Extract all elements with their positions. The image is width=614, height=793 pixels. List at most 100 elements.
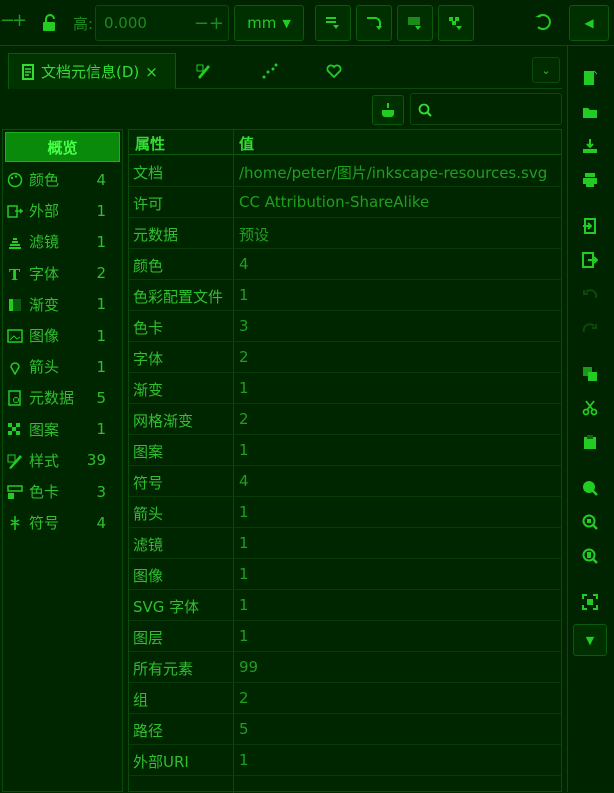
category-item[interactable]: 图案 1 [3,414,122,445]
property-cell: 元数据 [133,226,179,244]
value-cell: CC Attribution-ShareAlike [239,193,430,211]
category-item[interactable]: 色卡 3 [3,476,122,507]
tab-document-resources[interactable]: 文档元信息(D) × [8,53,176,89]
table-row[interactable]: 色卡 3 [129,311,561,342]
chevron-down-icon: ⌄ [541,63,551,77]
cleanup-icon [382,103,394,117]
category-item[interactable]: 颜色 4 [3,164,122,195]
category-item[interactable]: 滤镜 1 [3,226,122,257]
save-button[interactable] [580,136,600,156]
property-cell: SVG 字体 [133,598,200,616]
table-row[interactable]: 网格渐变 2 [129,404,561,435]
lock-icon[interactable] [41,14,57,36]
new-document-button[interactable] [580,68,600,88]
transform-stroke-button[interactable] [315,5,351,41]
table-row[interactable]: 图像 1 [129,559,561,590]
cut-icon [582,400,598,416]
chevron-left-icon: ◀ [584,16,594,30]
transform-corners-button[interactable] [356,5,392,41]
table-row[interactable]: 渐变 1 [129,373,561,404]
zoom-fit-button[interactable] [580,592,600,612]
increment-icon[interactable]: + [12,10,27,31]
category-item[interactable]: 样式 39 [3,445,122,476]
cut-button[interactable] [580,398,600,418]
table-row[interactable]: 外部URI 1 [129,745,561,776]
zoom-drawing-button[interactable] [580,512,600,532]
zoom-page-button[interactable] [580,546,600,566]
font-icon: T [9,266,21,282]
category-item[interactable]: 外部 1 [3,195,122,226]
table-row[interactable]: 图案 1 [129,435,561,466]
table-row[interactable]: 滤镜 1 [129,528,561,559]
redo-button[interactable] [580,318,600,338]
transform-pattern-icon [449,17,462,30]
rotate-icon[interactable] [534,13,552,35]
table-row[interactable]: 颜色 4 [129,249,561,280]
table-row[interactable]: 字体 2 [129,342,561,373]
transform-gradient-button[interactable] [397,5,433,41]
category-label: 外部 [29,202,60,221]
unit-select[interactable]: mm ▼ [234,5,304,41]
paste-button[interactable] [580,432,600,452]
column-header-property[interactable]: 属性 [135,133,165,154]
open-folder-button[interactable] [580,102,600,122]
category-overview[interactable]: 概览 [5,132,120,162]
zoom-page-icon [582,548,598,564]
property-cell: 渐变 [133,381,164,399]
top-toolbar: − + 高: 0.000 −+ mm ▼ ◀ [0,0,614,46]
search-icon [418,102,432,121]
undo-button[interactable] [580,284,600,304]
search-input[interactable] [410,93,562,125]
table-row[interactable]: 色彩配置文件 1 [129,280,561,311]
fill-stroke-icon [196,64,210,79]
toolbar-overflow-button[interactable]: ◀ [569,5,609,41]
value-cell: 4 [239,472,249,490]
transform-pattern-button[interactable] [438,5,474,41]
copy-button[interactable] [580,364,600,384]
category-count: 4 [96,170,106,189]
value-cell: 99 [239,658,259,676]
tab-fill-stroke[interactable] [196,53,220,89]
property-cell: 图层 [133,629,164,647]
table-row[interactable]: SVG 字体 1 [129,590,561,621]
table-row[interactable]: 符号 4 [129,466,561,497]
path-effects-icon [262,63,278,79]
print-button[interactable] [580,170,600,190]
category-item[interactable]: 箭头 1 [3,351,122,382]
table-row[interactable]: 组2 [129,683,561,714]
category-list: 概览 颜色 4 外部 1 滤镜 1 T 字体 2 渐变 1 图像 1 箭头 1 元数据 5 图案 1 样式 39 色卡 3 符… [2,129,123,792]
category-item[interactable]: 符号 4 [3,507,122,538]
import-button[interactable] [580,216,600,236]
property-cell: 图像 [133,567,164,585]
tabs-menu-button[interactable]: ⌄ [532,57,560,83]
height-field[interactable]: 0.000 −+ [95,5,229,41]
table-row[interactable]: 图层 1 [129,621,561,652]
category-label: 样式 [29,451,60,470]
transform-stroke-icon [326,17,339,29]
chevron-down-icon: ▼ [585,633,595,647]
table-row[interactable]: 许可 CC Attribution-ShareAlike [129,187,561,218]
table-row[interactable]: 元数据 预设 [129,218,561,249]
table-row[interactable]: 文档/home/peter/图片/inkscape-resources.svg [129,156,561,187]
category-label: 色卡 [29,483,60,501]
stepper-icon[interactable]: −+ [194,13,224,34]
table-row[interactable]: 箭头 1 [129,497,561,528]
close-icon[interactable]: × [145,63,158,81]
column-header-value[interactable]: 值 [239,133,254,154]
table-row[interactable]: 路径 5 [129,714,561,745]
value-cell: 1 [239,503,249,521]
zoom-selection-button[interactable] [580,478,600,498]
export-button[interactable] [580,250,600,270]
extract-button[interactable] [372,95,404,125]
category-label: 符号 [29,514,60,533]
category-item[interactable]: 图像 1 [3,320,122,351]
category-item[interactable]: 元数据 5 [3,382,122,413]
tab-path-effects[interactable] [262,53,286,89]
zoom-drawing-icon [582,514,598,530]
tab-symbols[interactable] [326,53,350,89]
category-item[interactable]: 渐变 1 [3,289,122,320]
tab-title: 文档元信息(D) [41,63,140,81]
commands-overflow-button[interactable]: ▼ [573,624,607,656]
category-item[interactable]: T 字体 2 [3,258,122,289]
table-row[interactable]: 所有元素 99 [129,652,561,683]
